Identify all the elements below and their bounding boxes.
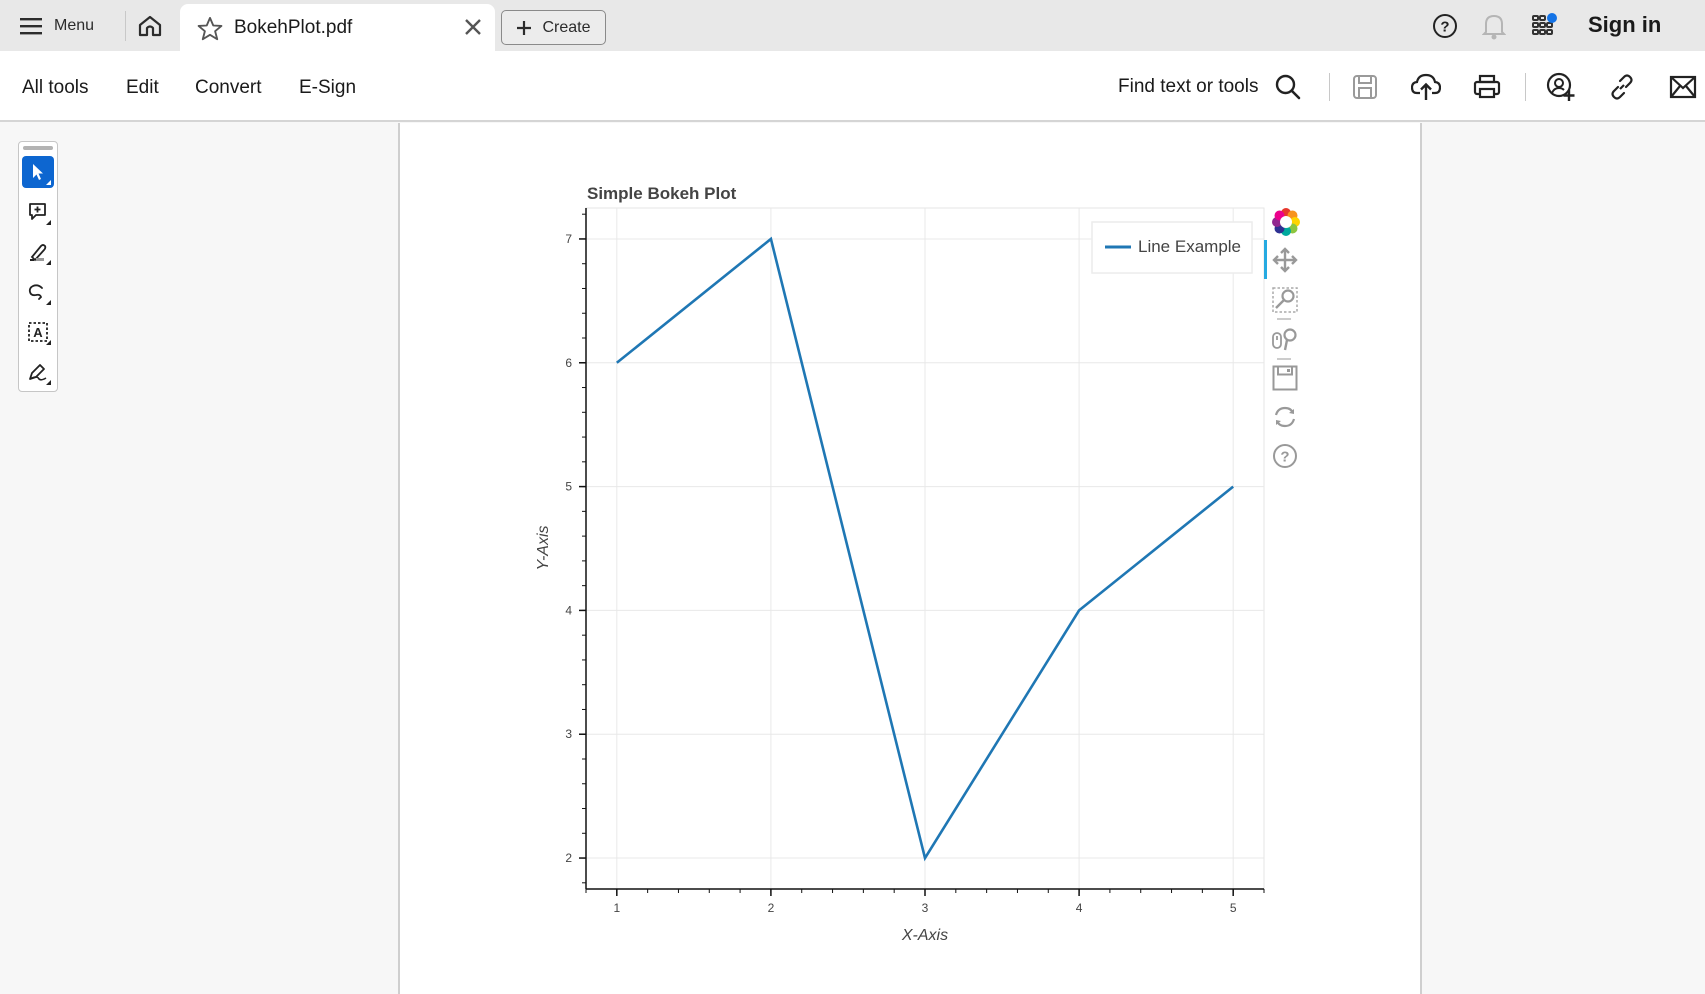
comment-tool[interactable] [22, 196, 54, 228]
plus-icon [517, 20, 532, 35]
create-label: Create [542, 18, 591, 36]
home-button[interactable] [136, 12, 164, 40]
box-zoom-icon [1272, 287, 1298, 313]
reset-tool[interactable] [1272, 404, 1298, 435]
svg-text:A: A [33, 325, 43, 340]
bell-icon [1481, 14, 1507, 40]
highlight-tool[interactable] [22, 236, 54, 268]
pan-tool[interactable] [1272, 247, 1298, 278]
svg-text:?: ? [1280, 449, 1289, 466]
nav-edit[interactable]: Edit [126, 77, 159, 99]
drag-handle[interactable] [23, 146, 53, 150]
save-icon [1353, 75, 1377, 99]
submenu-indicator [46, 300, 51, 305]
print-button[interactable] [1471, 71, 1503, 103]
draw-tool[interactable] [22, 276, 54, 308]
box-zoom-tool[interactable] [1272, 287, 1298, 318]
apps-button[interactable] [1531, 13, 1559, 44]
submenu-indicator [46, 340, 51, 345]
document-tab[interactable]: BokehPlot.pdf [180, 4, 495, 51]
print-icon [1473, 74, 1501, 99]
search-icon [1275, 74, 1301, 100]
divider [1329, 73, 1330, 101]
bokeh-toolbar: ? [1264, 205, 1304, 475]
menu-label: Menu [54, 17, 95, 34]
create-button[interactable]: Create [501, 10, 606, 45]
save-button[interactable] [1349, 71, 1381, 103]
right-panel [1424, 123, 1705, 994]
help-icon: ? [1273, 444, 1297, 468]
notification-dot [1547, 13, 1557, 23]
hamburger-icon [20, 18, 42, 35]
nav-all-tools[interactable]: All tools [22, 77, 89, 99]
find-text-or-tools[interactable]: Find text or tools [1118, 76, 1258, 98]
app-top-bar: Menu BokehPlot.pdf Create ? Sign in [0, 0, 1705, 51]
copy-link-button[interactable] [1606, 71, 1638, 103]
submenu-indicator [46, 180, 51, 185]
divider [125, 11, 126, 41]
close-icon[interactable] [463, 17, 483, 37]
reset-icon [1274, 406, 1296, 428]
divider [1525, 73, 1526, 101]
email-button[interactable] [1667, 71, 1699, 103]
save-icon [1272, 365, 1298, 391]
submenu-indicator [46, 220, 51, 225]
search-button[interactable] [1272, 71, 1304, 103]
bokeh-logo-icon [1272, 208, 1300, 236]
link-icon [1611, 74, 1633, 100]
submenu-indicator [46, 380, 51, 385]
quick-tools-panel: A [18, 141, 58, 392]
help-icon: ? [1433, 14, 1457, 38]
menu-button[interactable]: Menu [20, 12, 94, 40]
toolbar-separator [1277, 358, 1291, 360]
notifications-button[interactable] [1481, 12, 1507, 45]
cursor-icon [33, 164, 43, 180]
text-select-tool[interactable]: A [22, 316, 54, 348]
highlighter-icon [30, 244, 47, 262]
save-plot-tool[interactable] [1272, 365, 1298, 396]
svg-text:?: ? [1440, 19, 1449, 36]
nav-e-sign[interactable]: E-Sign [299, 77, 356, 99]
active-tool-indicator [1264, 240, 1267, 279]
nav-convert[interactable]: Convert [195, 77, 262, 99]
wheel-zoom-tool[interactable] [1272, 327, 1298, 358]
wheel-zoom-icon [1272, 328, 1297, 351]
bokeh-logo[interactable] [1272, 208, 1300, 241]
home-icon [138, 15, 162, 37]
add-comment-icon [29, 203, 46, 220]
main-toolbar: All tools Edit Convert E-Sign Find text … [0, 51, 1705, 122]
apps-grid-icon [1532, 13, 1557, 35]
help-button[interactable]: ? [1432, 13, 1458, 44]
tab-title: BokehPlot.pdf [234, 17, 353, 38]
sign-tool[interactable] [22, 356, 54, 388]
pan-icon [1272, 247, 1298, 273]
share-button[interactable] [1545, 71, 1577, 103]
submenu-indicator [46, 260, 51, 265]
toolbar-separator [1277, 318, 1291, 320]
select-tool[interactable] [22, 156, 54, 188]
help-tool[interactable]: ? [1272, 443, 1298, 474]
star-icon[interactable] [196, 15, 224, 43]
upload-button[interactable] [1410, 71, 1442, 103]
share-user-icon [1546, 72, 1575, 101]
left-panel [0, 123, 398, 994]
cloud-upload-icon [1411, 73, 1441, 100]
sign-in-button[interactable]: Sign in [1588, 12, 1661, 38]
email-icon [1669, 75, 1697, 99]
pen-sign-icon [29, 364, 47, 381]
freehand-icon [28, 284, 43, 300]
